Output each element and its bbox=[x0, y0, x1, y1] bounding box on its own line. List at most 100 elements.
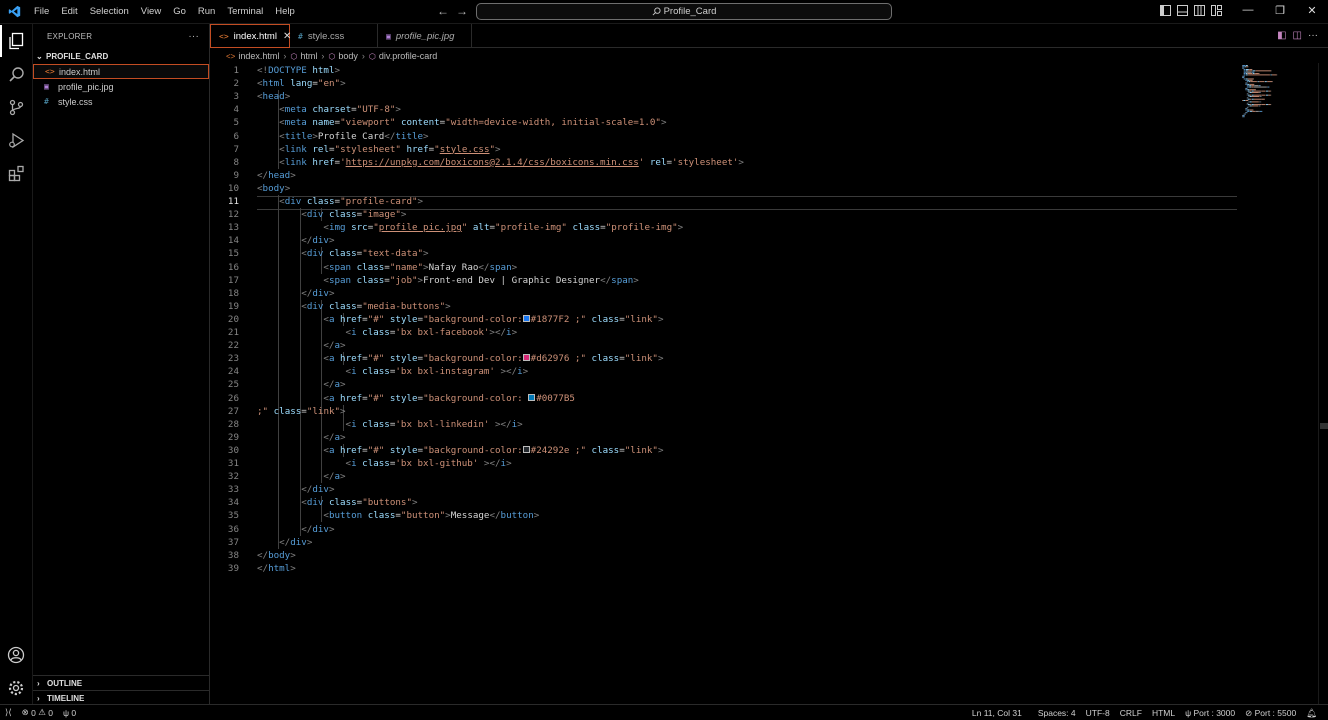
code-editor[interactable]: 1 <!DOCTYPE html> 2 <html lang="en"> 3 <head>… bbox=[210, 63, 1328, 704]
open-preview-icon[interactable]: ◧ bbox=[1277, 30, 1286, 41]
code-token: > bbox=[517, 418, 523, 430]
back-arrow-icon[interactable]: ← bbox=[437, 4, 449, 18]
menu-file[interactable]: File bbox=[28, 0, 55, 24]
activity-bar bbox=[0, 24, 33, 704]
code-token: style bbox=[389, 313, 418, 325]
scrollbar-thumb[interactable] bbox=[1320, 423, 1328, 429]
color-swatch[interactable] bbox=[528, 393, 536, 401]
timeline-section[interactable]: › TIMELINE bbox=[33, 690, 210, 705]
close-window-icon[interactable]: ✕ bbox=[1306, 4, 1318, 17]
layout-controls bbox=[1160, 5, 1223, 17]
code-token: </ bbox=[478, 261, 490, 273]
minimap-token bbox=[1243, 113, 1245, 115]
end-of-line[interactable]: CRLF bbox=[1115, 708, 1147, 718]
menu-run[interactable]: Run bbox=[192, 0, 221, 24]
breadcrumb-item[interactable]: ⬡ body bbox=[328, 51, 358, 61]
code-text: </div> bbox=[257, 536, 312, 549]
code-token: name bbox=[312, 117, 335, 129]
code-line: 18 </div> bbox=[210, 287, 1240, 300]
code-line: 23 <a href="#" style="background-color: #… bbox=[210, 352, 1240, 365]
minimap[interactable] bbox=[1240, 63, 1300, 123]
vertical-scrollbar[interactable] bbox=[1318, 63, 1328, 704]
minimap-token bbox=[1249, 89, 1256, 91]
file-item[interactable]: <> index.html bbox=[33, 64, 209, 79]
color-swatch[interactable] bbox=[522, 314, 530, 322]
source-control-icon[interactable] bbox=[5, 96, 27, 118]
minimap-token bbox=[1245, 78, 1248, 80]
code-token: div bbox=[306, 300, 324, 312]
minimap-token bbox=[1249, 109, 1254, 111]
explorer-sidebar: EXPLORER ··· ⌄ PROFILE_CARD <> index.html… bbox=[33, 24, 210, 704]
line-number: 21 bbox=[227, 327, 239, 338]
file-item[interactable]: # style.css bbox=[33, 94, 209, 109]
ports-indicator[interactable]: ψ 0 bbox=[58, 708, 81, 718]
minimize-icon[interactable]: — bbox=[1242, 4, 1254, 16]
language-mode[interactable]: HTML bbox=[1147, 708, 1180, 718]
code-line: 28 <i class='bx bxl-linkedin' ></i> bbox=[210, 418, 1240, 431]
minimap-token bbox=[1268, 90, 1271, 92]
minimap-token bbox=[1255, 70, 1272, 72]
live-port-3000[interactable]: ψ Port : 3000 bbox=[1180, 708, 1240, 718]
split-editor-icon[interactable]: ◫ bbox=[1293, 30, 1302, 41]
command-center-search[interactable]: Profile_Card bbox=[476, 3, 892, 20]
code-line: 13 <img src="profile_pic.jpg" alt="profi… bbox=[210, 221, 1240, 234]
code-token: 'bx bxl-github' bbox=[395, 458, 479, 469]
tab-profile_pic-jpg[interactable]: ▣ profile_pic.jpg bbox=[378, 24, 472, 48]
code-token: button bbox=[328, 510, 363, 522]
tab-index-html[interactable]: <> index.html ✕ bbox=[210, 24, 291, 48]
minimap-token bbox=[1252, 71, 1254, 73]
minimap-token bbox=[1242, 116, 1243, 118]
more-actions-icon[interactable]: ··· bbox=[188, 31, 199, 42]
code-token: > bbox=[334, 65, 341, 76]
code-line: 15 <div class="text-data"> bbox=[210, 247, 1240, 260]
color-swatch[interactable] bbox=[522, 445, 530, 453]
code-token: > bbox=[340, 78, 346, 90]
minimap-token bbox=[1250, 81, 1257, 83]
code-token: </ bbox=[301, 235, 313, 247]
breadcrumb-item[interactable]: <> index.html bbox=[226, 51, 279, 61]
code-token: "link" bbox=[624, 353, 658, 365]
color-swatch[interactable] bbox=[522, 354, 530, 362]
toggle-primary-sidebar-icon[interactable] bbox=[1160, 5, 1172, 17]
menu-terminal[interactable]: Terminal bbox=[221, 0, 269, 24]
file-item[interactable]: ▣ profile_pic.jpg bbox=[33, 79, 209, 94]
more-actions-icon[interactable]: ··· bbox=[1308, 30, 1318, 41]
code-text: </body> bbox=[257, 549, 296, 562]
code-token: </ bbox=[323, 431, 335, 443]
customize-layout-icon[interactable] bbox=[1211, 5, 1223, 17]
menu-go[interactable]: Go bbox=[167, 0, 192, 24]
restore-icon[interactable]: ❐ bbox=[1274, 4, 1286, 17]
tab-style-css[interactable]: # style.css bbox=[290, 24, 378, 48]
toggle-panel-icon[interactable] bbox=[1177, 5, 1189, 17]
code-token: "background-color: bbox=[423, 392, 529, 404]
accounts-icon[interactable] bbox=[5, 644, 27, 666]
folder-profile-card[interactable]: ⌄ PROFILE_CARD bbox=[33, 48, 209, 64]
menu-edit[interactable]: Edit bbox=[55, 0, 83, 24]
toggle-secondary-sidebar-icon[interactable] bbox=[1194, 5, 1206, 17]
menu-selection[interactable]: Selection bbox=[84, 0, 135, 24]
code-token: > bbox=[417, 196, 424, 207]
manage-gear-icon[interactable] bbox=[5, 677, 27, 699]
breadcrumb-item[interactable]: ⬡ div.profile-card bbox=[369, 51, 437, 61]
code-token: meta bbox=[284, 104, 307, 116]
forward-arrow-icon[interactable]: → bbox=[456, 4, 468, 18]
cursor-position[interactable]: Ln 11, Col 31 bbox=[967, 708, 1027, 718]
menu-view[interactable]: View bbox=[135, 0, 167, 24]
notifications-bell-icon[interactable]: 🔔︎ bbox=[1301, 708, 1322, 719]
extensions-icon[interactable] bbox=[5, 162, 27, 184]
run-debug-icon[interactable] bbox=[5, 129, 27, 151]
explorer-icon[interactable] bbox=[0, 25, 27, 57]
outline-section[interactable]: › OUTLINE bbox=[33, 675, 210, 690]
minimap-token bbox=[1259, 96, 1261, 97]
live-port-5500[interactable]: ⊘ Port : 5500 bbox=[1240, 708, 1301, 719]
encoding[interactable]: UTF-8 bbox=[1081, 708, 1115, 718]
menu-help[interactable]: Help bbox=[269, 0, 301, 24]
search-icon[interactable] bbox=[5, 63, 27, 85]
problems-indicator[interactable]: ⊗ 0 ⚠ 0 bbox=[17, 707, 58, 718]
remote-icon[interactable]: ⟩⟨ bbox=[0, 707, 17, 718]
breadcrumb-label: body bbox=[338, 50, 358, 61]
breadcrumb-item[interactable]: ⬡ html bbox=[290, 51, 317, 61]
indentation[interactable]: Spaces: 4 bbox=[1033, 708, 1081, 718]
